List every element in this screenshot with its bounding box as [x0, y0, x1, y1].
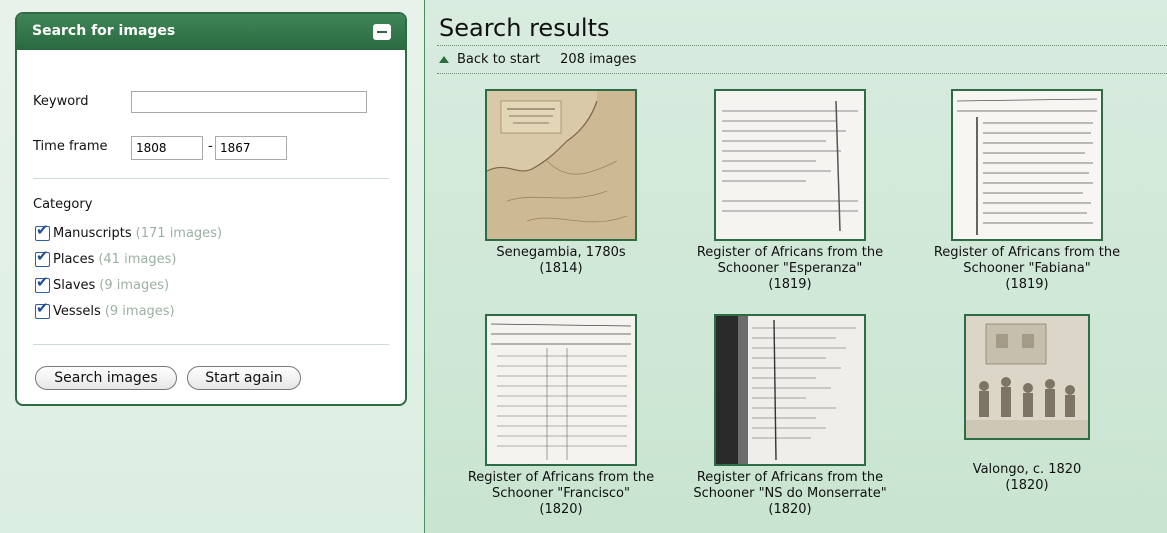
- manuscript-image-icon: [716, 316, 864, 464]
- result-subtitle: Schooner "Esperanza": [717, 261, 863, 276]
- divider: [33, 344, 389, 345]
- category-label: Category: [33, 197, 93, 212]
- result-title: Register of Africans from the: [696, 470, 884, 485]
- category-name: Slaves: [53, 277, 96, 293]
- manuscript-image-icon: [716, 91, 864, 239]
- year-dash: -: [208, 139, 213, 154]
- category-name: Places: [53, 251, 95, 267]
- result-title: Senegambia, 1780s: [496, 245, 626, 260]
- result-title: Register of Africans from the: [696, 245, 884, 260]
- result-date: (1819): [768, 277, 812, 292]
- keyword-input[interactable]: [131, 91, 367, 113]
- result-thumbnail[interactable]: [485, 89, 637, 241]
- result-thumbnail[interactable]: [964, 314, 1090, 440]
- result-item[interactable]: Senegambia, 1780s (1814): [441, 89, 681, 277]
- image-count: 208 images: [560, 52, 637, 67]
- year-from-input[interactable]: [131, 136, 203, 160]
- year-to-input[interactable]: [215, 136, 287, 160]
- result-title: Register of Africans from the: [933, 245, 1121, 260]
- checkbox-icon[interactable]: [35, 221, 50, 241]
- back-to-start-link[interactable]: Back to start: [457, 52, 540, 67]
- result-date: (1819): [1005, 277, 1049, 292]
- manuscript-image-icon: [487, 316, 635, 464]
- result-subtitle: (1820): [1005, 478, 1049, 493]
- category-manuscripts[interactable]: Manuscripts (171 images): [35, 221, 223, 243]
- panel-title: Search for images: [32, 23, 176, 39]
- result-item[interactable]: Register of Africans from the Schooner "…: [670, 89, 910, 293]
- keyword-label: Keyword: [33, 94, 89, 109]
- map-image-icon: [487, 91, 635, 239]
- checkbox-icon[interactable]: [35, 273, 50, 293]
- result-item[interactable]: Register of Africans from the Schooner "…: [670, 314, 910, 518]
- category-vessels[interactable]: Vessels (9 images): [35, 299, 175, 321]
- result-date: (1820): [539, 502, 583, 517]
- result-subtitle: Schooner "Francisco": [492, 486, 630, 501]
- search-images-button[interactable]: Search images: [35, 366, 177, 390]
- result-thumbnail[interactable]: [951, 89, 1103, 241]
- search-panel: Search for images Keyword Time frame - C…: [15, 12, 407, 406]
- result-subtitle: (1814): [539, 261, 583, 276]
- category-name: Vessels: [53, 303, 101, 319]
- divider: [33, 178, 389, 179]
- collapse-icon[interactable]: [373, 24, 391, 40]
- results-nav: Back to start 208 images: [439, 52, 636, 67]
- result-item[interactable]: Valongo, c. 1820 (1820): [907, 314, 1147, 494]
- manuscript-image-icon: [953, 91, 1101, 239]
- up-arrow-icon[interactable]: [439, 56, 449, 63]
- category-slaves[interactable]: Slaves (9 images): [35, 273, 170, 295]
- result-title: Register of Africans from the: [467, 470, 655, 485]
- result-date: (1820): [768, 502, 812, 517]
- divider: [437, 73, 1167, 74]
- category-count: (171 images): [135, 225, 223, 241]
- checkbox-icon[interactable]: [35, 299, 50, 319]
- result-title: Valongo, c. 1820: [972, 462, 1082, 477]
- panel-header: Search for images: [17, 14, 405, 50]
- category-name: Manuscripts: [53, 225, 132, 241]
- result-subtitle: Schooner "NS do Monserrate": [693, 486, 887, 501]
- category-count: (9 images): [104, 303, 175, 319]
- result-item[interactable]: Register of Africans from the Schooner "…: [441, 314, 681, 518]
- engraving-image-icon: [966, 316, 1088, 438]
- category-count: (41 images): [98, 251, 177, 267]
- result-item[interactable]: Register of Africans from the Schooner "…: [907, 89, 1147, 293]
- category-places[interactable]: Places (41 images): [35, 247, 177, 269]
- sidebar: Search for images Keyword Time frame - C…: [0, 0, 424, 533]
- result-thumbnail[interactable]: [485, 314, 637, 466]
- start-again-button[interactable]: Start again: [187, 366, 301, 390]
- checkbox-icon[interactable]: [35, 247, 50, 267]
- category-count: (9 images): [99, 277, 170, 293]
- timeframe-label: Time frame: [33, 139, 108, 154]
- results-area: Search results Back to start 208 images …: [425, 0, 1167, 533]
- divider: [437, 45, 1167, 46]
- result-thumbnail[interactable]: [714, 89, 866, 241]
- result-subtitle: Schooner "Fabiana": [963, 261, 1091, 276]
- page-title: Search results: [439, 14, 610, 42]
- result-thumbnail[interactable]: [714, 314, 866, 466]
